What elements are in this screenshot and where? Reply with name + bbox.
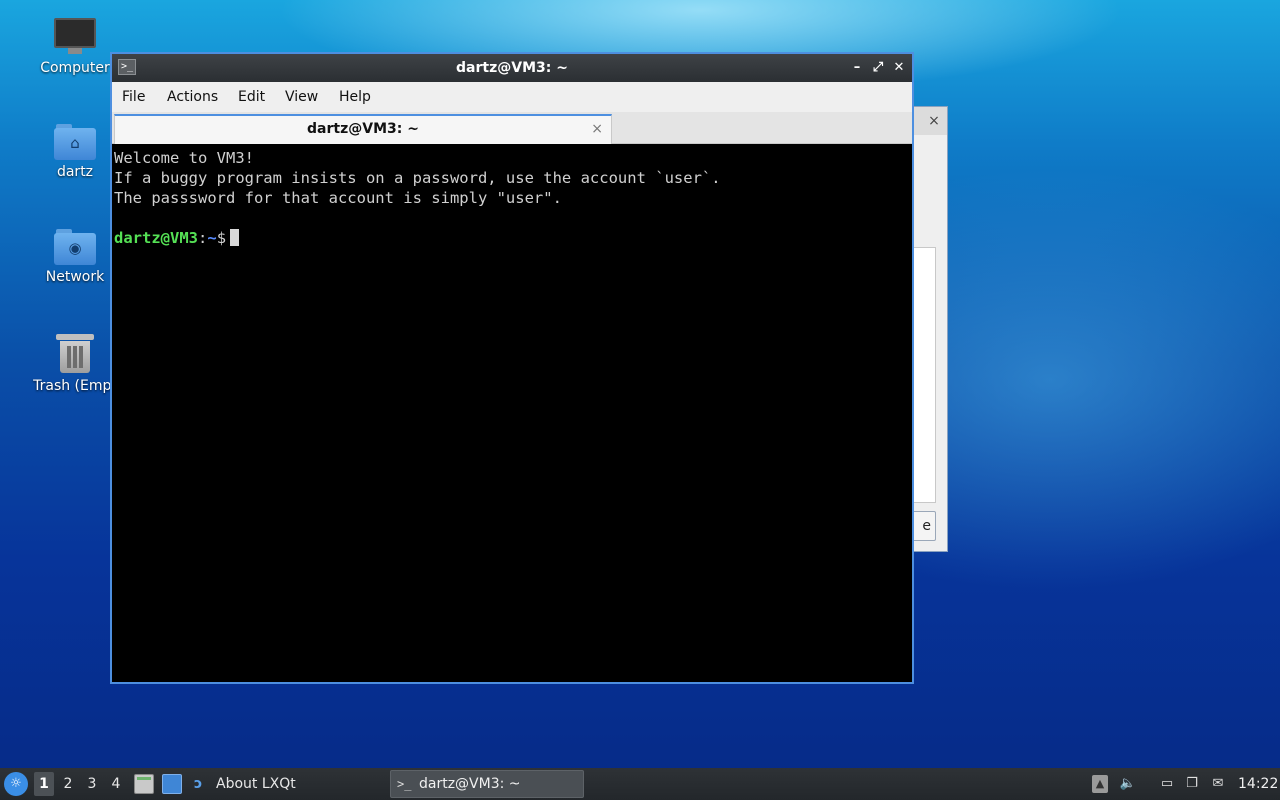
minimize-icon[interactable]: – bbox=[848, 59, 866, 77]
computer-icon bbox=[54, 18, 96, 56]
file-manager-icon[interactable] bbox=[134, 774, 154, 794]
lxqt-logo-icon: ↄ bbox=[194, 776, 203, 792]
workspace-4[interactable]: 4 bbox=[106, 772, 126, 796]
volume-icon[interactable]: 🔈 bbox=[1118, 772, 1138, 796]
desktop-icon-label: dartz bbox=[56, 164, 94, 180]
clipboard-icon[interactable]: ❐ bbox=[1182, 772, 1202, 796]
clock[interactable]: 14:22 bbox=[1238, 768, 1278, 800]
about-lxqt-button[interactable]: ↄ About LXQt bbox=[194, 768, 296, 800]
tab-bar: dartz@VM3: ~ × bbox=[112, 112, 912, 144]
desktop-icon-label: Trash (Empt bbox=[33, 378, 117, 394]
prompt-symbol: $ bbox=[216, 229, 227, 247]
menu-help[interactable]: Help bbox=[339, 82, 371, 112]
trash-icon bbox=[56, 332, 94, 374]
tab-terminal[interactable]: dartz@VM3: ~ × bbox=[114, 114, 612, 144]
about-lxqt-label: About LXQt bbox=[216, 776, 296, 792]
output-line: Welcome to VM3! bbox=[114, 149, 254, 167]
workspace-1[interactable]: 1 bbox=[34, 772, 54, 796]
close-icon[interactable]: ✕ bbox=[890, 59, 908, 77]
desktop-icon-label: Network bbox=[45, 269, 105, 285]
taskbar-task-label: dartz@VM3: ~ bbox=[419, 776, 521, 792]
menu-view[interactable]: View bbox=[285, 82, 318, 112]
menu-edit[interactable]: Edit bbox=[238, 82, 265, 112]
workspace-3[interactable]: 3 bbox=[82, 772, 102, 796]
output-line: The passsword for that account is simply… bbox=[114, 189, 562, 207]
terminal-window[interactable]: >_ dartz@VM3: ~ – ⤢ ✕ File Actions Edit … bbox=[110, 52, 914, 684]
show-desktop-icon[interactable] bbox=[162, 774, 182, 794]
tab-label: dartz@VM3: ~ bbox=[307, 121, 419, 137]
workspace-2[interactable]: 2 bbox=[58, 772, 78, 796]
prompt-user-host: dartz@VM3 bbox=[114, 229, 198, 247]
prompt-line: dartz@VM3:~$ bbox=[114, 228, 910, 248]
network-tray-icon[interactable]: ▭ bbox=[1156, 772, 1178, 796]
prompt-path: ~ bbox=[207, 229, 217, 247]
window-title: dartz@VM3: ~ bbox=[456, 60, 568, 76]
output-line: If a buggy program insists on a password… bbox=[114, 169, 721, 187]
desktop-icon-label: Computer bbox=[40, 60, 110, 76]
menu-file[interactable]: File bbox=[122, 82, 145, 112]
taskbar: ☼ 1 2 3 4 ↄ About LXQt >_ dartz@VM3: ~ ▲ 🔈… bbox=[0, 768, 1280, 800]
terminal-icon: >_ bbox=[397, 777, 412, 791]
network-folder-icon: ◉ bbox=[54, 229, 96, 265]
menu-bar: File Actions Edit View Help bbox=[112, 82, 912, 112]
tab-close-icon[interactable]: × bbox=[591, 120, 603, 138]
terminal-output[interactable]: Welcome to VM3! If a buggy program insist… bbox=[112, 144, 912, 682]
text-cursor bbox=[230, 229, 240, 246]
menu-actions[interactable]: Actions bbox=[167, 82, 218, 112]
tray-expand-icon[interactable]: ▲ bbox=[1092, 775, 1108, 793]
close-icon[interactable]: × bbox=[925, 112, 943, 130]
prompt-separator: : bbox=[198, 229, 208, 247]
update-notifier-icon[interactable]: ✉ bbox=[1208, 772, 1228, 796]
taskbar-terminal-button[interactable]: >_ dartz@VM3: ~ bbox=[390, 770, 584, 798]
window-titlebar[interactable]: >_ dartz@VM3: ~ – ⤢ ✕ bbox=[112, 54, 912, 82]
maximize-icon[interactable]: ⤢ bbox=[869, 59, 887, 77]
start-menu-icon[interactable]: ☼ bbox=[4, 772, 28, 796]
home-folder-icon: ⌂ bbox=[54, 124, 96, 160]
